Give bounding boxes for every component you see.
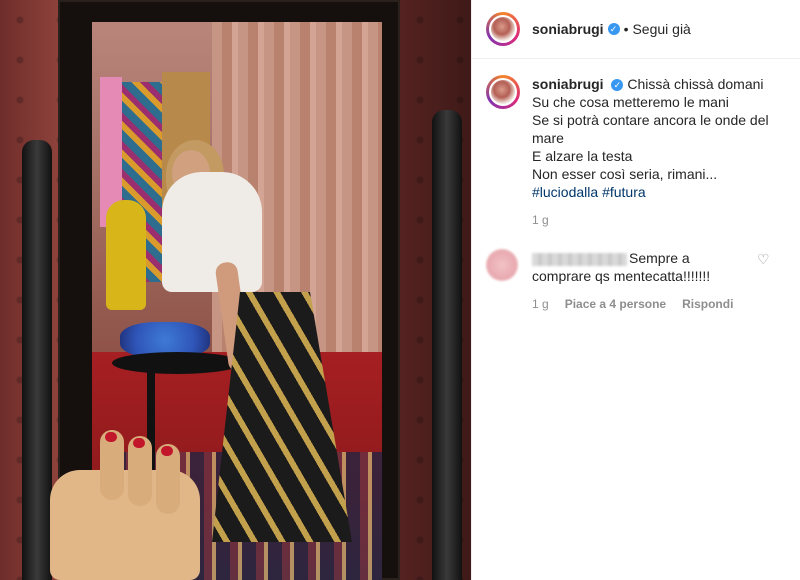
caption-line: Se si potrà contare ancora le onde del m… [532,112,769,146]
side-table-top [112,352,242,374]
username-link[interactable]: soniabrugi [532,21,604,37]
comment-timestamp[interactable]: 1 g [532,297,549,311]
avatar-image [489,15,517,43]
post-body: soniabrugi ✓ Chissà chissà domani Su che… [472,59,800,311]
separator-dot: • [623,21,629,37]
caption-row: soniabrugi ✓ Chissà chissà domani Su che… [486,75,787,201]
comment-meta: 1 g Piace a 4 persone Rispondi [532,297,787,311]
hand-finger [156,444,180,514]
caption-line: Su che cosa metteremo le mani [532,94,729,110]
nail [161,446,173,456]
caption-avatar[interactable] [486,75,520,109]
yellow-bust [106,200,146,310]
commenter-avatar[interactable] [486,249,518,281]
comment-likes[interactable]: Piace a 4 persone [565,297,666,311]
avatar[interactable] [486,12,520,46]
hashtags: #luciodalla #futura [532,183,787,201]
heart-icon[interactable]: ♡ [757,251,770,285]
caption-line: Chissà chissà domani [627,76,764,92]
post-details-panel: soniabrugi ✓ • Segui già soniabrugi ✓ Ch… [471,0,800,580]
caption: soniabrugi ✓ Chissà chissà domani Su che… [532,75,787,201]
avatar-image [489,78,517,106]
hashtag-link[interactable]: #luciodalla [532,184,598,200]
following-button[interactable]: Segui già [632,21,690,37]
reply-button[interactable]: Rispondi [682,297,733,311]
caption-username[interactable]: soniabrugi [532,76,604,92]
verified-badge-icon: ✓ [607,23,620,35]
caption-first-row: soniabrugi ✓ Chissà chissà domani [532,75,787,93]
nail [133,438,145,448]
verified-badge-icon: ✓ [611,79,624,92]
nail [105,432,117,442]
post-header: soniabrugi ✓ • Segui già [472,0,800,59]
mannequin-hand [40,430,210,580]
hashtag-link[interactable]: #futura [602,184,646,200]
hand-finger [128,436,152,506]
comment-text-block: Sempre a comprare qs mentecatta!!!!!!! [532,249,747,285]
post-photo[interactable] [0,0,471,580]
caption-line: Non esser così seria, rimani... [532,166,718,182]
post-timestamp[interactable]: 1 g [532,213,787,227]
redacted-username [532,252,627,266]
hand-finger [100,430,124,500]
comment: Sempre a comprare qs mentecatta!!!!!!! ♡ [486,249,787,285]
person-shirt [162,172,262,292]
caption-line: E alzare la testa [532,148,633,164]
bed-post-right [432,110,462,580]
